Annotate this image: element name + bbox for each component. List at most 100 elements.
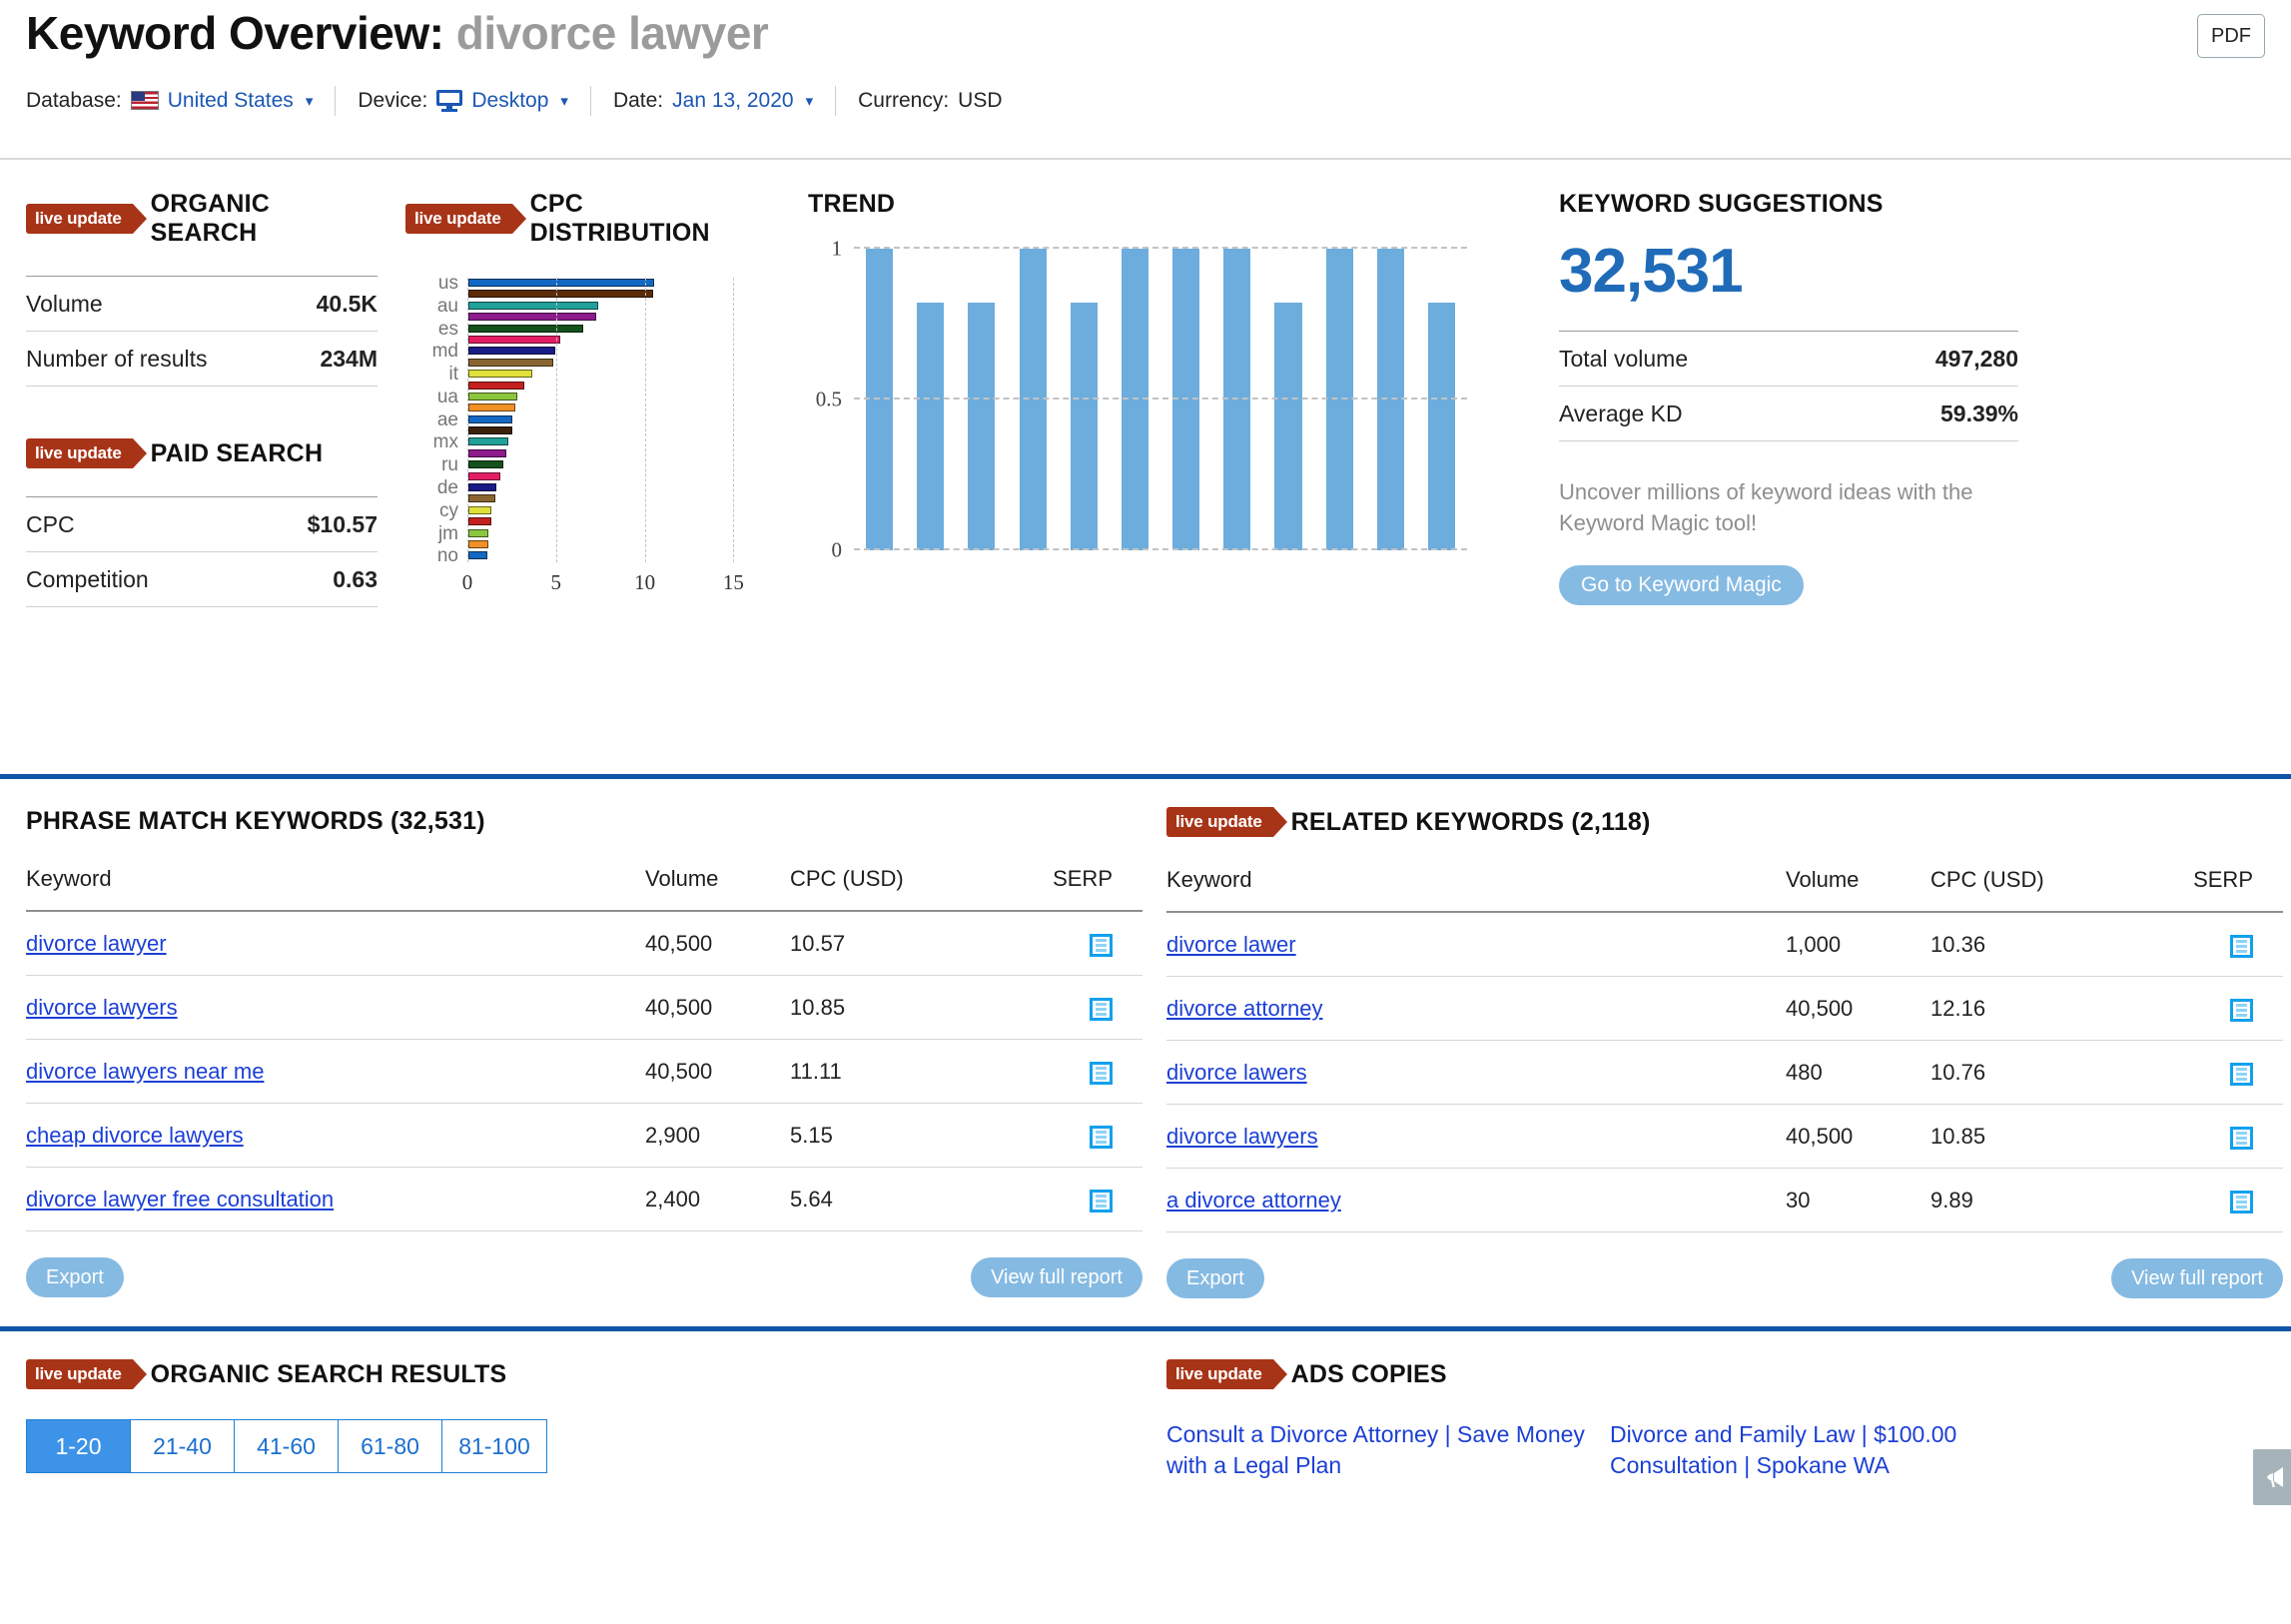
keyword-link[interactable]: divorce attorney — [1166, 996, 1323, 1021]
keyword-link[interactable]: divorce lawyer — [26, 931, 167, 956]
view-full-report-button[interactable]: View full report — [2111, 1258, 2283, 1298]
cpc-plot-area: us au es md it ua ae mx ru de cy jm no — [432, 273, 760, 566]
trend-gridline — [854, 548, 1467, 550]
cpc-bar-row — [468, 425, 760, 436]
keyword-link[interactable]: cheap divorce lawyers — [26, 1123, 244, 1148]
cpc-bar-row — [468, 381, 760, 392]
keyword-suggestions-metrics-table: Total volume 497,280 Average KD 59.39% — [1559, 331, 2018, 441]
database-filter[interactable]: Database: United States ▾ — [26, 89, 335, 113]
serp-icon[interactable] — [1090, 997, 1113, 1021]
pdf-button-label: PDF — [2211, 24, 2251, 47]
column-header-keyword[interactable]: Keyword — [26, 866, 645, 911]
keyword-link[interactable]: divorce lawyers near me — [26, 1059, 264, 1084]
column-header-volume[interactable]: Volume — [1786, 867, 1930, 912]
keyword-link[interactable]: divorce lawyers — [26, 995, 178, 1020]
date-filter[interactable]: Date: Jan 13, 2020 ▾ — [613, 89, 835, 113]
volume-cell: 1,000 — [1786, 932, 1842, 957]
go-to-keyword-magic-button[interactable]: Go to Keyword Magic — [1559, 564, 1804, 605]
ad-copy-item[interactable]: Divorce and Family Law | $100.00 Consult… — [1610, 1419, 2029, 1481]
volume-cell: 40,500 — [645, 931, 713, 956]
serp-cell — [2160, 1105, 2283, 1169]
cpc-bar-row: au — [437, 296, 760, 317]
cpc-bar — [468, 279, 654, 287]
cpc-category-label: es — [437, 318, 458, 340]
serp-icon[interactable] — [2230, 1126, 2253, 1150]
device-value[interactable]: Desktop — [471, 89, 548, 113]
currency-value: USD — [958, 88, 1003, 112]
column-header-cpc[interactable]: CPC (USD) — [1930, 867, 2160, 912]
export-button[interactable]: Export — [26, 1257, 124, 1297]
cpc-bar — [468, 471, 500, 480]
cpc-category-label: cy — [439, 499, 458, 521]
pagination-item-21-40[interactable]: 21-40 — [131, 1420, 235, 1472]
pagination-item-41-60[interactable]: 41-60 — [235, 1420, 339, 1472]
trend-y-tick-label: 0.5 — [815, 387, 842, 411]
cpc-bar-row: us — [438, 273, 760, 294]
volume-cell: 480 — [1786, 1060, 1823, 1085]
serp-icon[interactable] — [1090, 933, 1113, 957]
currency-filter: Currency: USD — [858, 89, 1024, 113]
keyword-cell: cheap divorce lawyers — [26, 1104, 645, 1168]
pagination-item-81-100[interactable]: 81-100 — [442, 1420, 546, 1472]
cpc-x-tick-label: 10 — [634, 570, 656, 594]
cpc-cell: 10.85 — [790, 995, 846, 1020]
phrase-match-table: Keyword Volume CPC (USD) SERP divorce la… — [26, 866, 1143, 1231]
phrase-match-actions: Export View full report — [26, 1257, 1143, 1297]
date-value[interactable]: Jan 13, 2020 — [672, 89, 793, 113]
keyword-cell: divorce lawyer — [26, 911, 645, 976]
export-button[interactable]: Export — [1166, 1258, 1264, 1298]
trend-gridline — [854, 247, 1467, 249]
metric-label: Competition — [26, 566, 149, 592]
results-pagination[interactable]: 1-20 21-40 41-60 61-80 81-100 — [26, 1419, 547, 1473]
cpc-x-tick-label: 0 — [461, 570, 473, 594]
column-header-serp: SERP — [2193, 867, 2253, 892]
report-filters-bar: Database: United States ▾ Device: Deskto… — [26, 85, 2265, 116]
trend-bar-slot — [854, 249, 905, 550]
pdf-export-button[interactable]: PDF — [2197, 14, 2265, 58]
cpc-category-label: us — [437, 273, 458, 294]
phrase-match-keywords-panel: PHRASE MATCH KEYWORDS (32,531) Keyword V… — [26, 807, 1143, 1298]
serp-icon[interactable] — [1090, 1125, 1113, 1149]
live-update-badge: live update — [405, 204, 526, 234]
keyword-link[interactable]: divorce lawers — [1166, 1060, 1307, 1085]
trend-bar — [1376, 249, 1404, 550]
serp-icon[interactable] — [2230, 998, 2253, 1022]
keyword-tables-row: PHRASE MATCH KEYWORDS (32,531) Keyword V… — [0, 779, 2291, 1298]
cpc-category-label: jm — [437, 522, 458, 544]
keyword-link[interactable]: a divorce attorney — [1166, 1188, 1341, 1213]
ad-copy-item[interactable]: Consult a Divorce Attorney | Save Money … — [1166, 1419, 1586, 1481]
trend-bar-slot — [1211, 249, 1262, 550]
serp-icon[interactable] — [2230, 934, 2253, 958]
view-full-report-button[interactable]: View full report — [971, 1257, 1143, 1297]
column-header-cpc[interactable]: CPC (USD) — [790, 866, 1020, 911]
pagination-item-61-80[interactable]: 61-80 — [339, 1420, 442, 1472]
trend-bar — [1325, 249, 1353, 550]
cpc-cell: 5.64 — [790, 1187, 833, 1212]
keyword-link[interactable]: divorce lawyer free consultation — [26, 1187, 334, 1212]
volume-cell: 40,500 — [1786, 996, 1854, 1021]
table-row: divorce lawyer 40,500 10.57 — [26, 911, 1143, 976]
serp-icon[interactable] — [2230, 1062, 2253, 1086]
pagination-item-1-20[interactable]: 1-20 — [27, 1420, 131, 1472]
cpc-bar — [468, 517, 491, 526]
keyword-link[interactable]: divorce lawyers — [1166, 1124, 1318, 1149]
trend-gridline — [854, 398, 1467, 400]
serp-icon[interactable] — [2230, 1190, 2253, 1214]
cpc-bar — [468, 505, 491, 514]
volume-cell: 40,500 — [645, 995, 713, 1020]
database-value[interactable]: United States — [168, 89, 294, 113]
keyword-link[interactable]: divorce lawer — [1166, 932, 1296, 957]
serp-icon[interactable] — [1090, 1061, 1113, 1085]
column-header-volume[interactable]: Volume — [645, 866, 790, 911]
cpc-bar-row — [468, 335, 760, 346]
serp-icon[interactable] — [1090, 1189, 1113, 1213]
device-filter[interactable]: Device: Desktop ▾ — [358, 89, 590, 113]
cpc-distribution-panel: live update CPC DISTRIBUTION us au es md it u… — [405, 190, 760, 774]
megaphone-icon[interactable] — [2253, 1449, 2291, 1506]
cpc-cell: 5.15 — [790, 1123, 833, 1148]
serp-cell — [1020, 1040, 1143, 1104]
cpc-category-label: md — [431, 341, 458, 363]
column-header-keyword[interactable]: Keyword — [1166, 867, 1786, 912]
keyword-suggestions-header: KEYWORD SUGGESTIONS — [1559, 190, 2018, 219]
table-row: Volume 40.5K — [26, 276, 378, 332]
